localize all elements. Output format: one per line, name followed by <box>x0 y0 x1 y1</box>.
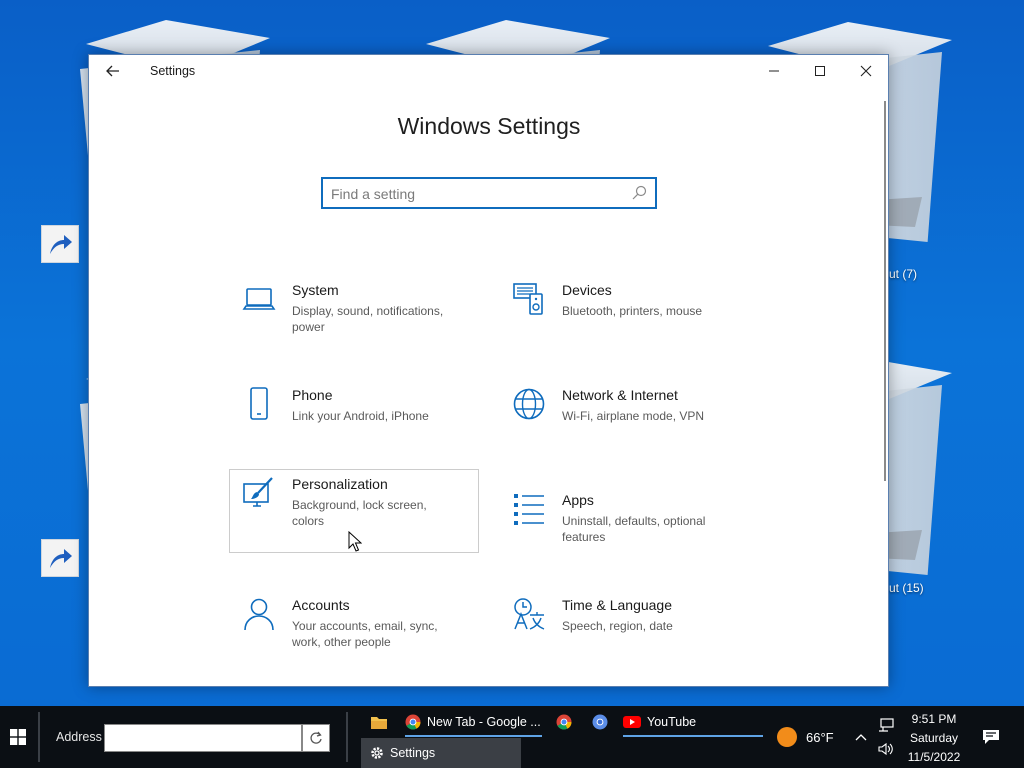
minimize-button[interactable] <box>751 55 797 87</box>
apps-list-icon <box>514 494 544 525</box>
scrollbar[interactable] <box>884 101 886 481</box>
windows-logo-icon <box>10 729 26 745</box>
address-label: Address <box>56 730 102 744</box>
tile-system[interactable]: System Display, sound, notifications, po… <box>229 275 479 359</box>
close-icon <box>860 65 872 77</box>
weather-temp: 66°F <box>806 729 834 745</box>
time-language-icon <box>514 598 545 630</box>
clock[interactable]: 9:51 PM Saturday 11/5/2022 <box>902 710 966 767</box>
search-box[interactable] <box>321 177 657 209</box>
task-settings[interactable]: Settings <box>361 738 521 768</box>
taskbar: Address New Tab - Google ... YouTube Set… <box>0 706 1024 768</box>
toolbar-separator <box>346 712 348 762</box>
clock-date: 11/5/2022 <box>907 750 961 764</box>
task-label: New Tab - Google ... <box>427 715 541 729</box>
refresh-icon <box>310 731 322 744</box>
page-title: Windows Settings <box>397 113 581 139</box>
tile-description: Your accounts, email, sync, work, other … <box>292 619 438 649</box>
globe-icon <box>513 388 545 420</box>
chrome-icon <box>405 714 421 730</box>
desktop-icon-label[interactable]: ut (7) <box>889 267 917 281</box>
maximize-icon <box>815 66 825 76</box>
minimize-icon <box>769 70 779 72</box>
chrome-alt-button[interactable] <box>556 709 572 735</box>
tile-phone[interactable]: Phone Link your Android, iPhone <box>229 380 479 464</box>
back-button[interactable] <box>101 61 125 81</box>
tile-accounts[interactable]: Accounts Your accounts, email, sync, wor… <box>229 590 479 674</box>
show-hidden-icons-button[interactable] <box>850 706 872 768</box>
sun-icon <box>777 727 797 747</box>
youtube-icon <box>623 716 641 728</box>
maximize-button[interactable] <box>797 55 843 87</box>
gear-icon <box>371 747 383 759</box>
address-input[interactable] <box>104 724 302 752</box>
task-chrome-new-tab[interactable]: New Tab - Google ... <box>405 709 542 737</box>
task-label: YouTube <box>647 715 697 729</box>
clock-day: Saturday <box>909 731 959 745</box>
tile-title: Accounts <box>292 597 350 613</box>
task-label: Settings <box>390 746 436 760</box>
address-go-button[interactable] <box>302 724 330 752</box>
network-icon[interactable] <box>878 718 894 732</box>
tile-title: Personalization <box>292 476 388 492</box>
tile-title: System <box>292 282 339 298</box>
tile-title: Time & Language <box>562 597 672 613</box>
active-indicator <box>405 735 542 737</box>
back-arrow-icon <box>106 65 119 77</box>
tile-description: Display, sound, notifications, power <box>292 304 444 334</box>
shortcut-arrow-icon[interactable] <box>41 539 79 577</box>
task-youtube[interactable]: YouTube <box>623 709 763 737</box>
tile-title: Network & Internet <box>562 387 678 403</box>
tile-time-language[interactable]: Time & Language Speech, region, date <box>499 590 749 674</box>
desktop-icon-label[interactable]: ut (15) <box>889 581 924 595</box>
toolbar-separator <box>38 712 40 762</box>
search-icon[interactable] <box>631 185 647 201</box>
chrome-icon <box>556 714 572 730</box>
file-explorer-button[interactable] <box>370 709 388 735</box>
close-button[interactable] <box>843 55 889 87</box>
shortcut-arrow-icon[interactable] <box>41 225 79 263</box>
window-title: Settings <box>150 64 196 78</box>
notifications-button[interactable] <box>978 706 1004 768</box>
weather-widget[interactable]: 66°F <box>776 706 856 768</box>
devices-icon <box>513 283 543 315</box>
tile-title: Apps <box>562 492 594 508</box>
phone-icon <box>250 387 268 420</box>
person-icon <box>244 598 274 631</box>
chevron-up-icon <box>855 734 867 741</box>
tile-title: Phone <box>292 387 333 403</box>
tile-apps[interactable]: Apps Uninstall, defaults, optional featu… <box>499 485 749 569</box>
tile-title: Devices <box>562 282 612 298</box>
volume-icon[interactable] <box>878 742 894 756</box>
title-bar[interactable]: Settings <box>89 55 888 87</box>
tile-description: Background, lock screen, colors <box>292 498 427 528</box>
active-indicator <box>623 735 763 737</box>
folder-icon <box>371 717 387 729</box>
laptop-icon <box>242 288 276 310</box>
tile-network[interactable]: Network & Internet Wi-Fi, airplane mode,… <box>499 380 749 464</box>
system-tray-icons <box>874 706 898 768</box>
tile-devices[interactable]: Devices Bluetooth, printers, mouse <box>499 275 749 359</box>
tile-description: Speech, region, date <box>562 619 673 633</box>
mouse-cursor-icon <box>348 531 362 552</box>
paintbrush-icon <box>243 477 273 507</box>
tile-description: Link your Android, iPhone <box>292 409 429 423</box>
clock-time: 9:51 PM <box>911 712 957 726</box>
search-input[interactable] <box>331 183 621 205</box>
start-button[interactable] <box>0 706 36 768</box>
settings-window: Settings Windows Settings System Display… <box>88 54 889 687</box>
tile-description: Wi-Fi, airplane mode, VPN <box>562 409 705 423</box>
chromium-button[interactable] <box>592 709 608 735</box>
chromium-icon <box>592 714 608 730</box>
tile-description: Uninstall, defaults, optional features <box>562 514 706 544</box>
tile-description: Bluetooth, printers, mouse <box>562 304 703 318</box>
action-center-icon <box>983 730 999 744</box>
